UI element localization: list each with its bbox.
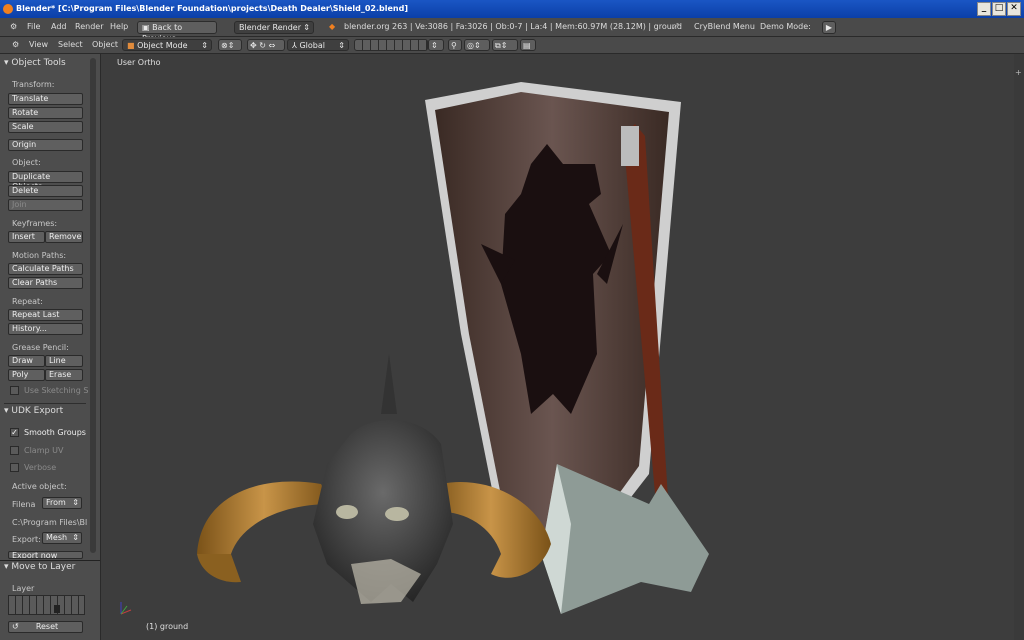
transform-orientation-dropdown[interactable]: ⅄ Global ⇕ bbox=[287, 39, 349, 51]
object-mode-dropdown[interactable]: ■ Object Mode ⇕ bbox=[122, 39, 212, 51]
filename-label: Filena bbox=[12, 500, 36, 509]
menu-object[interactable]: Object bbox=[92, 37, 118, 53]
lock-camera-icon[interactable]: ⚲ bbox=[448, 39, 462, 51]
blender-icon: ◆ bbox=[329, 22, 336, 31]
active-layer-indicator bbox=[54, 605, 60, 613]
layer-buttons[interactable] bbox=[354, 39, 428, 51]
repeat-last-button[interactable]: Repeat Last bbox=[8, 309, 83, 321]
menu-select[interactable]: Select bbox=[58, 37, 83, 53]
filename-from-dropdown[interactable]: From ⇕ bbox=[42, 497, 82, 509]
export-path-text: C:\Program Files\Bl bbox=[12, 518, 88, 527]
scene-stats: blender.org 263 | Ve:3086 | Fa:3026 | Ob… bbox=[344, 22, 682, 31]
render-engine-dropdown[interactable]: Blender Render ⇕ bbox=[234, 21, 314, 34]
layer-grid[interactable] bbox=[8, 595, 85, 615]
layer-label: Layer bbox=[12, 584, 35, 593]
fullscreen-icon[interactable]: ⤢ bbox=[672, 18, 678, 36]
3d-viewport[interactable]: User Ortho (1) ground bbox=[101, 54, 1014, 640]
transform-label: Transform: bbox=[12, 80, 55, 89]
updown-arrows-icon: ⇕ bbox=[72, 533, 79, 542]
proportional-edit-icon[interactable]: ◎⇕ bbox=[464, 39, 490, 51]
reset-button[interactable]: ↺ Reset bbox=[8, 621, 83, 633]
window-title-bar: Blender* [C:\Program Files\Blender Found… bbox=[0, 0, 1024, 18]
updown-arrows-icon: ⇕ bbox=[338, 41, 345, 50]
history-button[interactable]: History... bbox=[8, 323, 83, 335]
object-info-label: (1) ground bbox=[146, 622, 189, 631]
draw-button[interactable]: Draw bbox=[8, 355, 45, 367]
poly-button[interactable]: Poly bbox=[8, 369, 45, 381]
viewport-scrollbar[interactable]: + bbox=[1014, 54, 1024, 640]
smooth-groups-checkbox[interactable]: ✓ bbox=[10, 428, 19, 437]
duplicate-objects-button[interactable]: Duplicate Objects bbox=[8, 171, 83, 191]
close-button[interactable]: ✕ bbox=[1007, 2, 1021, 16]
manipulator-widgets[interactable]: ✥ ↻ ⇔ bbox=[247, 39, 285, 51]
rotate-button[interactable]: Rotate bbox=[8, 107, 83, 119]
grease-pencil-label: Grease Pencil: bbox=[12, 343, 69, 352]
insert-keyframe-button[interactable]: Insert bbox=[8, 231, 45, 243]
axis-gizmo bbox=[120, 602, 132, 615]
snap-icon[interactable]: ⧉⇕ bbox=[492, 39, 518, 51]
cube-icon: ■ bbox=[127, 41, 138, 50]
menu-help[interactable]: Help bbox=[110, 18, 128, 36]
clamp-uv-checkbox[interactable] bbox=[10, 446, 19, 455]
menu-view[interactable]: View bbox=[29, 37, 48, 53]
origin-button[interactable]: Origin bbox=[8, 139, 83, 151]
active-object-label: Active object: bbox=[12, 482, 67, 491]
blender-logo-icon bbox=[3, 4, 13, 14]
reset-icon: ↺ bbox=[12, 622, 19, 631]
line-button[interactable]: Line bbox=[45, 355, 83, 367]
calculate-paths-button[interactable]: Calculate Paths bbox=[8, 263, 83, 275]
object-label: Object: bbox=[12, 158, 41, 167]
erase-button[interactable]: Erase bbox=[45, 369, 83, 381]
scene-render bbox=[120, 82, 709, 615]
clear-paths-button[interactable]: Clear Paths bbox=[8, 277, 83, 289]
remove-keyframe-button[interactable]: Remove bbox=[45, 231, 83, 243]
verbose-label: Verbose bbox=[24, 463, 57, 472]
use-sketching-label: Use Sketching S bbox=[24, 386, 89, 395]
export-label: Export: bbox=[12, 535, 41, 544]
scale-button[interactable]: Scale bbox=[8, 121, 83, 133]
back-to-previous-button[interactable]: ▣ Back to Previous bbox=[137, 21, 217, 43]
verbose-checkbox[interactable] bbox=[10, 463, 19, 472]
clamp-uv-label: Clamp UV bbox=[24, 446, 64, 455]
layer-dropdown-icon[interactable]: ⇕ bbox=[428, 39, 444, 51]
translate-button[interactable]: Translate bbox=[8, 93, 83, 105]
tool-shelf: ▾ Object Tools Transform: Translate Rota… bbox=[0, 54, 101, 640]
object-tools-header[interactable]: ▾ Object Tools bbox=[4, 58, 66, 68]
menu-render[interactable]: Render bbox=[75, 18, 103, 36]
window-title: Blender* [C:\Program Files\Blender Found… bbox=[16, 4, 408, 13]
view3d-header: ⚙ View Select Object ■ Object Mode ⇕ ⊗⇕ … bbox=[0, 37, 1024, 54]
move-to-layer-header[interactable]: ▾ Move to Layer bbox=[4, 562, 75, 572]
menu-add[interactable]: Add bbox=[51, 18, 67, 36]
demo-mode-label: Demo Mode: bbox=[760, 22, 811, 31]
render-preview-icon[interactable]: ▤ bbox=[520, 39, 536, 51]
updown-arrows-icon: ⇕ bbox=[201, 41, 208, 50]
join-button[interactable]: Join bbox=[8, 199, 83, 211]
tool-shelf-scrollbar[interactable] bbox=[90, 58, 96, 553]
updown-arrows-icon: ⇕ bbox=[72, 498, 79, 507]
panel-divider bbox=[4, 403, 86, 404]
screen-icon: ▣ bbox=[142, 23, 153, 32]
motion-paths-label: Motion Paths: bbox=[12, 251, 67, 260]
maximize-button[interactable]: □ bbox=[992, 2, 1006, 16]
updown-arrows-icon: ⇕ bbox=[303, 23, 310, 32]
menu-file[interactable]: File bbox=[27, 18, 40, 36]
editor-type-icon[interactable]: ⚙ bbox=[10, 18, 17, 36]
pivot-point-dropdown[interactable]: ⊗⇕ bbox=[218, 39, 242, 51]
play-button[interactable]: ▶ bbox=[822, 21, 836, 34]
udk-export-header[interactable]: ▾ UDK Export bbox=[4, 406, 63, 416]
panel-divider bbox=[0, 560, 100, 561]
use-sketching-checkbox[interactable] bbox=[10, 386, 19, 395]
minimize-button[interactable]: _ bbox=[977, 2, 991, 16]
cryblend-menu[interactable]: CryBlend Menu bbox=[694, 18, 755, 36]
keyframes-label: Keyframes: bbox=[12, 219, 58, 228]
export-now-button[interactable]: Export now bbox=[8, 551, 83, 559]
export-type-dropdown[interactable]: Mesh ⇕ bbox=[42, 532, 82, 544]
delete-button[interactable]: Delete bbox=[8, 185, 83, 197]
info-header: ⚙ File Add Render Help ▣ Back to Previou… bbox=[0, 18, 1024, 43]
region-toggle-icon[interactable]: + bbox=[1015, 68, 1022, 77]
repeat-label: Repeat: bbox=[12, 297, 43, 306]
editor-type-icon[interactable]: ⚙ bbox=[12, 37, 19, 53]
smooth-groups-label: Smooth Groups bbox=[24, 428, 86, 437]
